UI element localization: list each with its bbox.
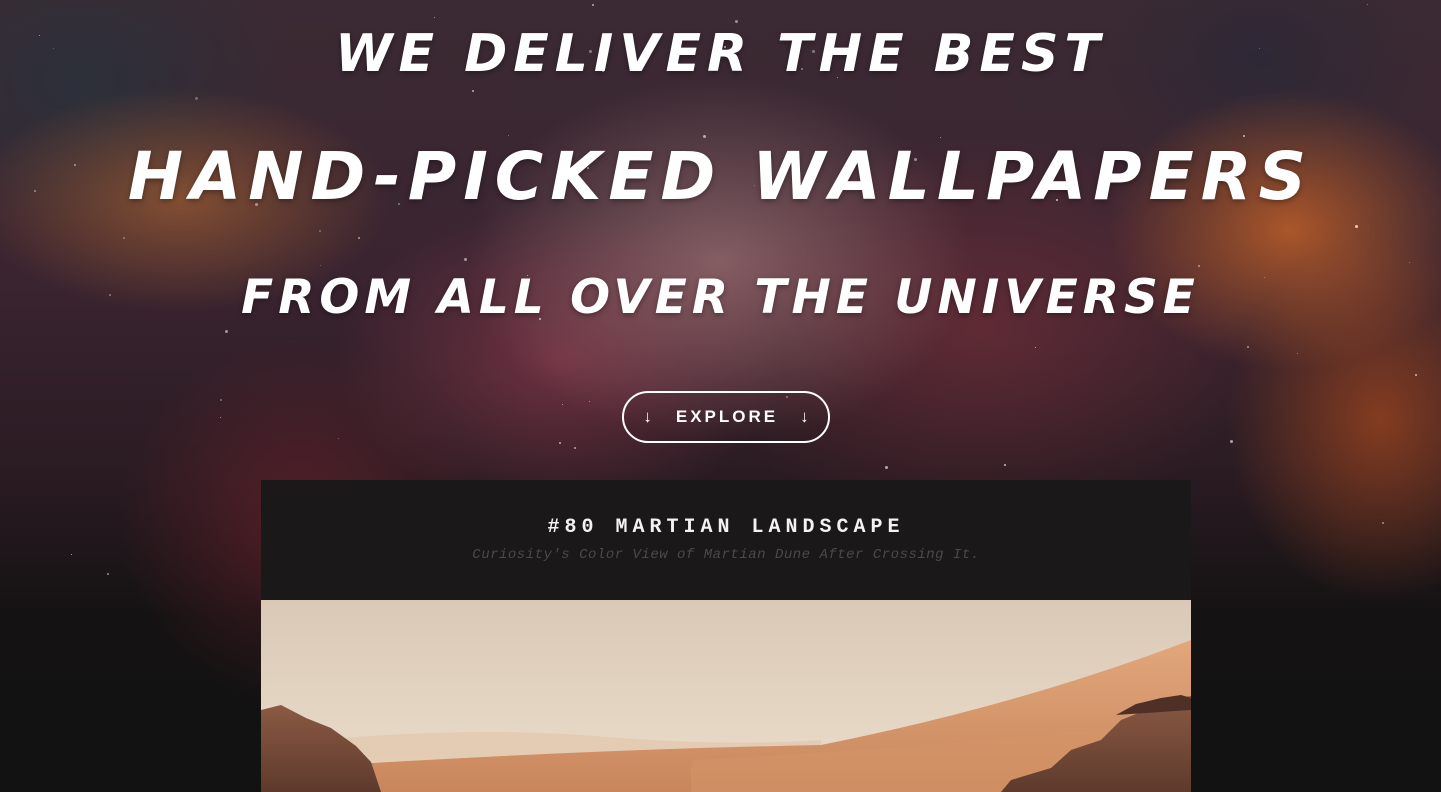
headline-line-1: WE DELIVER THE BEST [335, 24, 1106, 84]
star [71, 554, 72, 555]
explore-label: EXPLORE [675, 407, 779, 426]
star [123, 237, 125, 239]
star [464, 258, 467, 261]
star [1355, 225, 1358, 228]
star [1382, 522, 1384, 524]
arrow-down-icon: ↓ [643, 407, 652, 426]
star [1247, 346, 1249, 348]
headline-line-2: HAND-PICKED WALLPAPERS [127, 138, 1314, 215]
star [225, 330, 228, 333]
star [1243, 135, 1245, 137]
star [592, 4, 594, 6]
star [195, 97, 198, 100]
star [220, 399, 222, 401]
star [1004, 464, 1006, 466]
star [107, 573, 109, 575]
star [1415, 374, 1417, 376]
star [320, 265, 321, 266]
star [434, 17, 435, 18]
star [1198, 265, 1200, 267]
star [574, 447, 576, 449]
wallpaper-title[interactable]: #80 MARTIAN LANDSCAPE [261, 516, 1191, 539]
star [589, 401, 590, 402]
arrow-down-icon: ↓ [800, 407, 809, 426]
explore-button[interactable]: ↓ EXPLORE ↓ [622, 391, 830, 443]
star [562, 404, 563, 405]
wallpaper-card: #80 MARTIAN LANDSCAPE Curiosity's Color … [261, 480, 1191, 792]
star [1367, 4, 1368, 5]
star [885, 466, 888, 469]
star [338, 438, 339, 439]
star [735, 20, 738, 23]
star [358, 237, 360, 239]
star [1230, 440, 1233, 443]
star [508, 135, 509, 136]
wallpaper-subtitle: Curiosity's Color View of Martian Dune A… [472, 547, 980, 563]
star [1035, 347, 1036, 348]
star [559, 442, 561, 444]
wallpaper-card-header: #80 MARTIAN LANDSCAPE Curiosity's Color … [261, 480, 1191, 600]
wallpaper-image[interactable] [261, 600, 1191, 792]
headline-line-3: FROM ALL OVER THE UNIVERSE [241, 270, 1200, 325]
star [319, 230, 321, 232]
star [220, 417, 221, 418]
star [1409, 262, 1410, 263]
star [472, 90, 474, 92]
page: WE DELIVER THE BEST HAND-PICKED WALLPAPE… [0, 0, 1441, 792]
star [1297, 353, 1298, 354]
